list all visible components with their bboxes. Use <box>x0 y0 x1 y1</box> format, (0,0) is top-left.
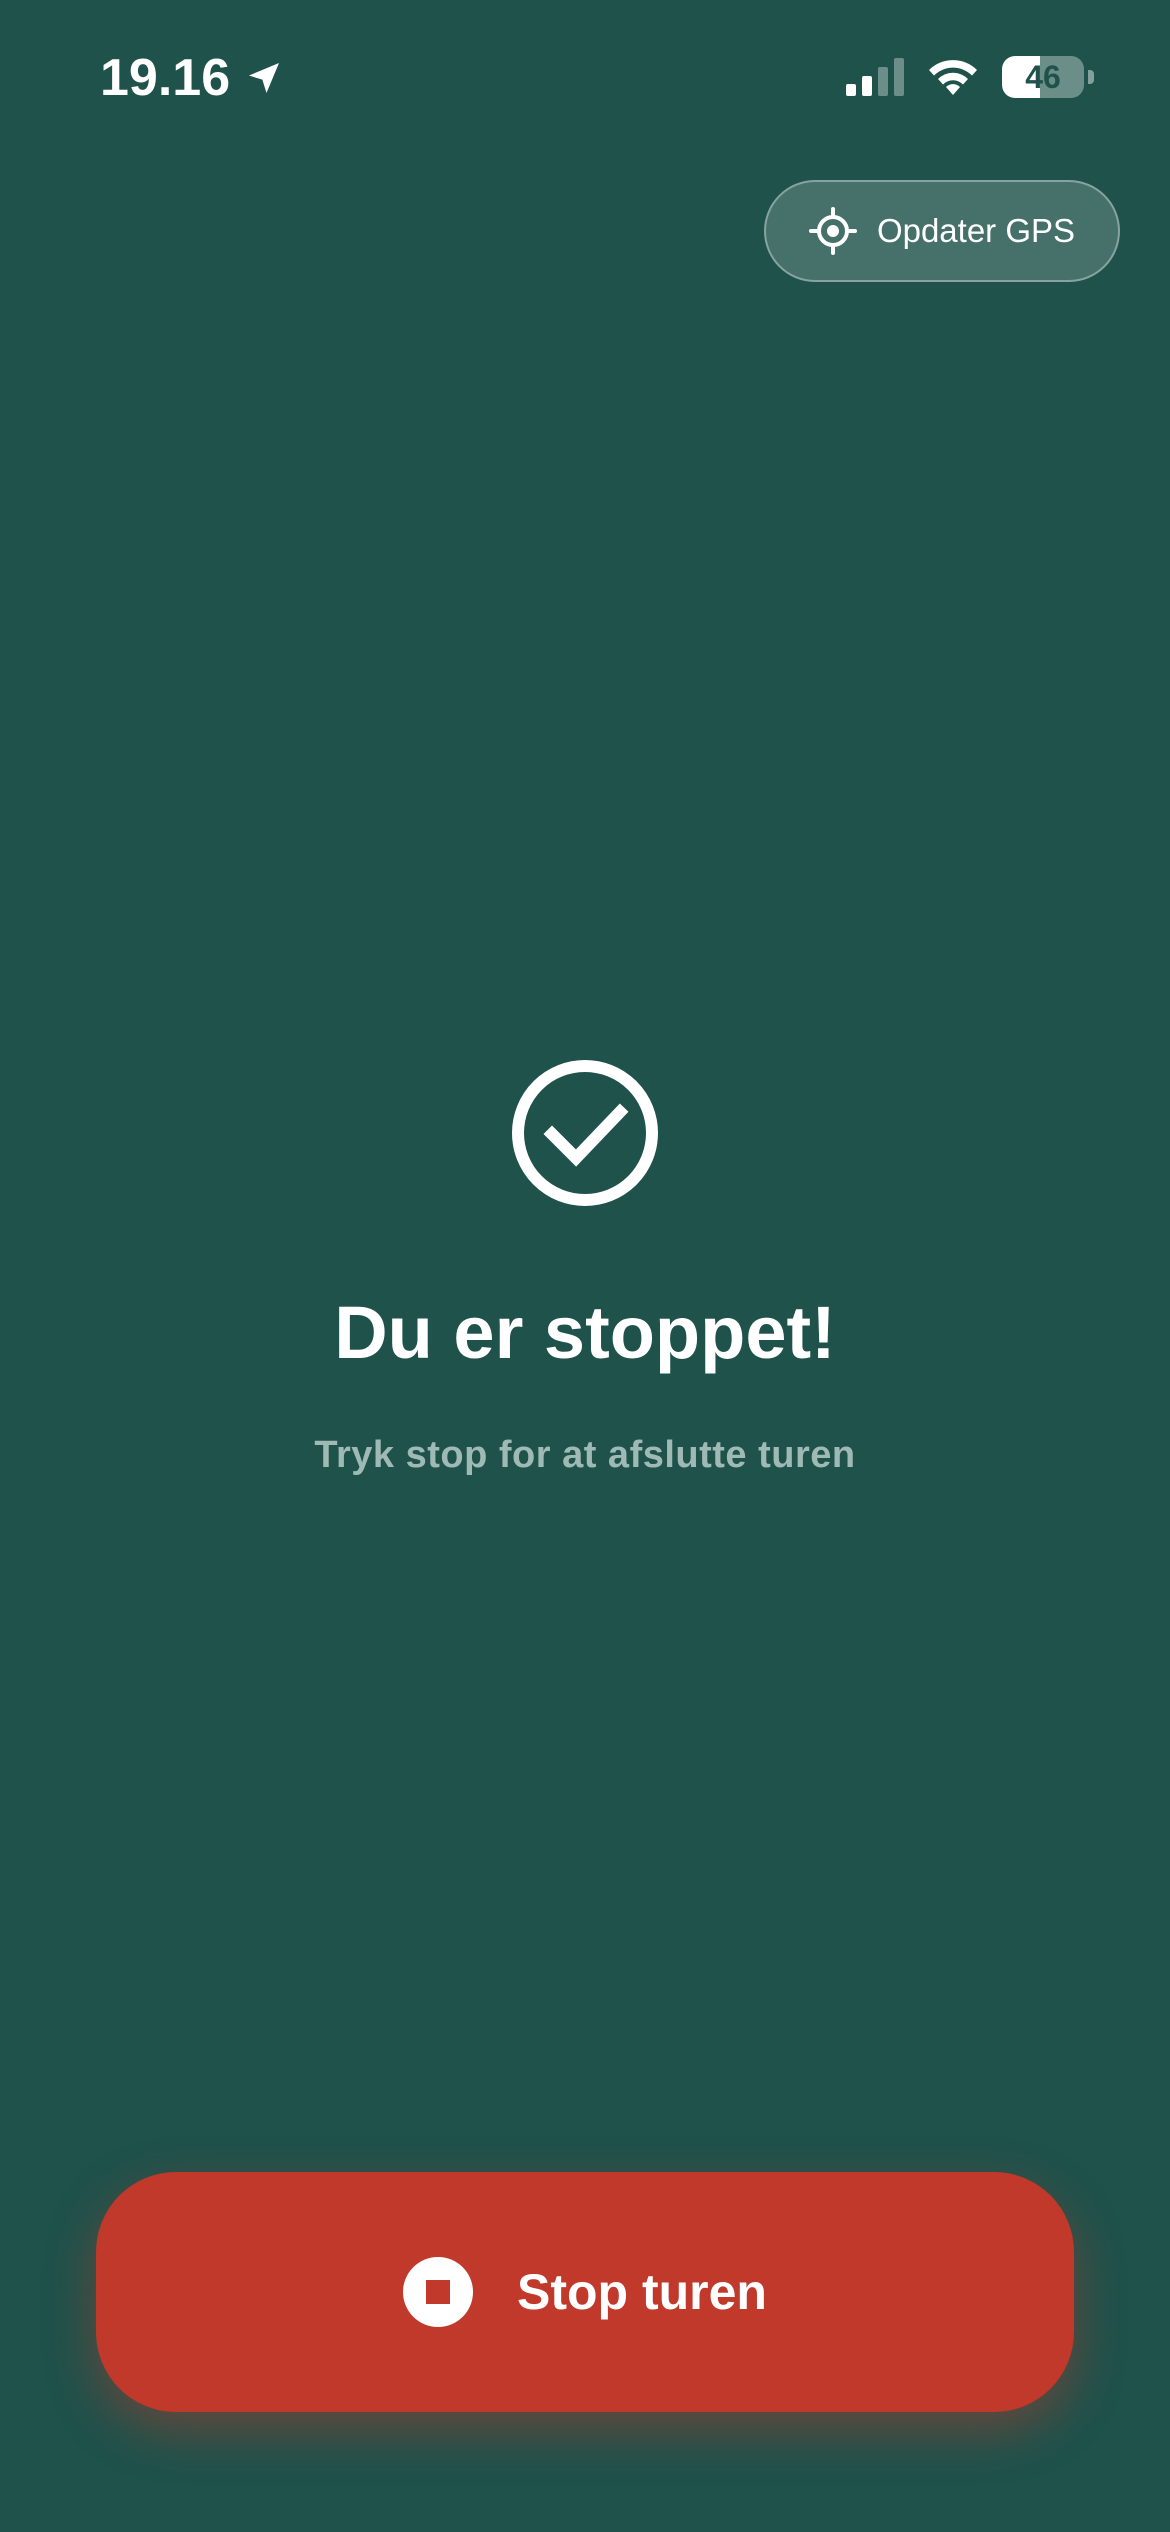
battery-percent: 46 <box>1025 58 1061 95</box>
battery-indicator: 46 <box>1002 56 1094 98</box>
battery-cap <box>1088 70 1094 84</box>
stopped-status: Du er stoppet! Tryk stop for at afslutte… <box>0 1058 1170 1477</box>
status-title: Du er stoppet! <box>334 1291 836 1374</box>
battery-icon: 46 <box>1002 56 1084 98</box>
update-gps-button[interactable]: Opdater GPS <box>764 180 1120 282</box>
stop-trip-button[interactable]: Stop turen <box>96 2172 1074 2412</box>
status-indicators: 46 <box>846 56 1094 98</box>
status-bar: 19.16 46 <box>0 0 1170 150</box>
wifi-icon <box>929 60 977 95</box>
update-gps-label: Opdater GPS <box>876 212 1076 249</box>
stop-icon <box>403 2257 473 2327</box>
status-time: 19.16 <box>100 48 284 108</box>
checkmark-circle-icon <box>512 1060 658 1206</box>
stop-trip-label: Stop turen <box>517 2264 767 2320</box>
crosshair-icon <box>808 207 857 255</box>
time-label: 19.16 <box>100 49 231 107</box>
location-arrow-icon <box>249 63 280 93</box>
cellular-signal-icon <box>846 58 904 96</box>
status-subtitle: Tryk stop for at afslutte turen <box>314 1434 856 1476</box>
